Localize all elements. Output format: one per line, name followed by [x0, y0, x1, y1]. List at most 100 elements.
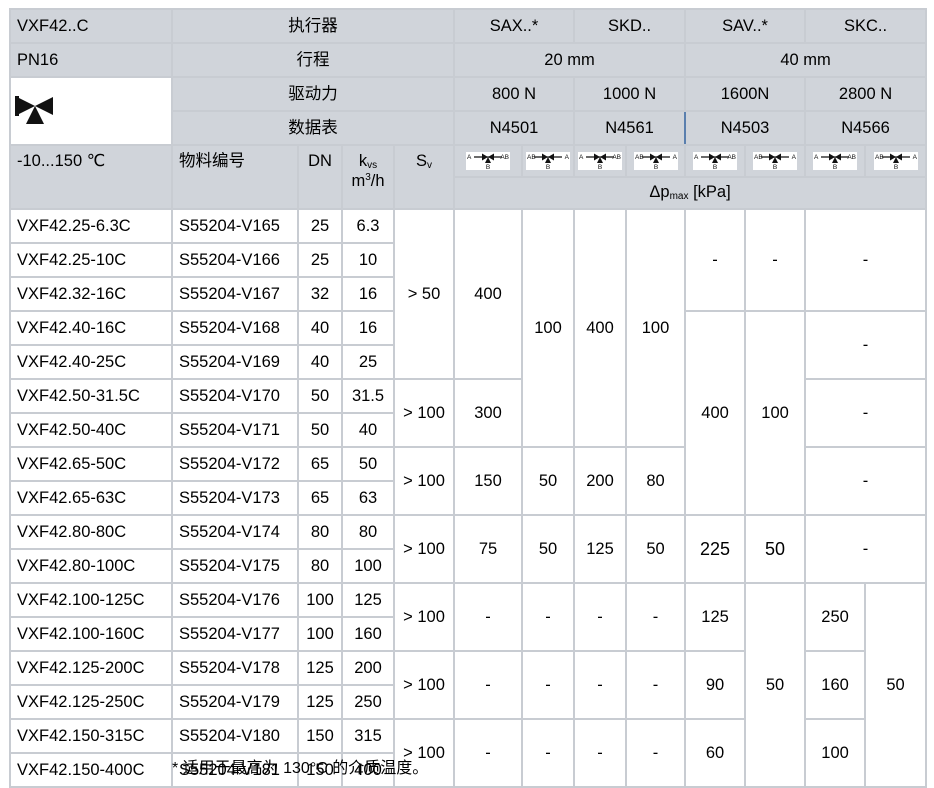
- flow-icon-port-label: B: [833, 164, 837, 171]
- dp-cell: 150: [453, 446, 523, 516]
- type-cell: VXF42.65-63C: [9, 480, 173, 516]
- dn-header: DN: [297, 144, 343, 210]
- material-cell: S55204-V169: [171, 344, 299, 380]
- kvs-cell: 125: [341, 582, 395, 618]
- dp-cell: -: [804, 208, 928, 312]
- type-cell: VXF42.125-200C: [9, 650, 173, 686]
- type-cell: VXF42.150-315C: [9, 718, 173, 754]
- kvs-unit-tail: /h: [370, 171, 385, 190]
- flow-icon-port-label: B: [773, 164, 777, 171]
- dn-cell: 40: [297, 344, 343, 380]
- flow-icon-port-label: B: [546, 164, 550, 171]
- dp-cell: -: [625, 650, 687, 720]
- flow-div-sav: AB A B: [744, 144, 807, 178]
- flow-icon-port-label: A: [814, 154, 819, 161]
- sv-cell: > 100: [393, 378, 455, 448]
- kvs-unit-m: m: [351, 171, 366, 190]
- dp-cell: 50: [520, 446, 576, 516]
- dp-cell: 250: [804, 582, 867, 652]
- dp-cell: 100: [625, 208, 687, 448]
- datasheet-skd: N4561: [573, 110, 687, 146]
- dp-subscript: max: [669, 191, 689, 203]
- kvs-cell: 200: [341, 650, 395, 686]
- mixing-flow-icon: A AB B: [578, 152, 623, 171]
- dp-cell: 80: [625, 446, 687, 516]
- stroke-20mm: 20 mm: [452, 42, 687, 78]
- mixing-flow-icon: A AB B: [813, 152, 858, 171]
- flow-mix-sav: A AB B: [684, 144, 747, 178]
- dp-cell: 400: [453, 208, 523, 380]
- dp-cell: 50: [864, 582, 928, 788]
- valve-symbol-cell: [9, 76, 173, 146]
- dp-cell: 100: [744, 310, 807, 516]
- kvs-cell: 315: [341, 718, 395, 754]
- type-cell: VXF42.50-31.5C: [9, 378, 173, 414]
- dp-unit: [kPa]: [688, 183, 731, 202]
- datasheet-page: VXF42..C 执行器 SAX..* SKD.. SAV..* SKC.. P…: [0, 0, 934, 788]
- temp-range-header: -10...150 ℃: [9, 144, 173, 210]
- material-number-header: 物料编号: [171, 144, 299, 210]
- type-cell: VXF42.100-160C: [9, 616, 173, 652]
- kvs-cell: 250: [341, 684, 395, 720]
- dp-cell: -: [744, 208, 807, 312]
- kvs-cell: 25: [341, 344, 395, 380]
- flow-mix-sax: A AB B: [453, 144, 523, 178]
- dn-cell: 100: [297, 616, 343, 652]
- dn-cell: 100: [297, 582, 343, 618]
- dp-cell: -: [520, 718, 576, 788]
- actuator-skc: SKC..: [804, 8, 928, 44]
- stroke-40mm: 40 mm: [684, 42, 928, 78]
- dp-cell: 50: [744, 582, 807, 788]
- dn-cell: 32: [297, 276, 343, 312]
- kvs-cell: 80: [341, 514, 395, 550]
- kvs-symbol: k: [358, 152, 368, 170]
- flow-icon-port-label: AB: [612, 154, 621, 161]
- dp-cell: 160: [804, 650, 867, 720]
- flow-mix-skd: A AB B: [573, 144, 628, 178]
- kvs-header: kvs m3/h: [341, 144, 395, 210]
- type-cell: VXF42.150-400C: [9, 752, 173, 788]
- flow-icon-port-label: AB: [875, 154, 884, 161]
- material-cell: S55204-V174: [171, 514, 299, 550]
- dn-cell: 80: [297, 514, 343, 550]
- flow-icon-port-label: B: [653, 164, 657, 171]
- flow-icon-port-label: AB: [754, 154, 763, 161]
- diverting-flow-icon: AB AB: [526, 152, 570, 171]
- actuator-label: 执行器: [171, 8, 455, 44]
- dp-cell: -: [804, 310, 928, 380]
- actuator-sax: SAX..*: [452, 8, 576, 44]
- kvs-cell: 50: [341, 446, 395, 482]
- dp-cell: -: [625, 582, 687, 652]
- dp-cell: 300: [453, 378, 523, 448]
- material-cell: S55204-V165: [171, 208, 299, 244]
- dn-cell: 25: [297, 208, 343, 244]
- table-row: VXF42.100-125C S55204-V176 100 125 > 100…: [9, 582, 928, 788]
- sv-cell: > 100: [393, 514, 455, 584]
- flow-icon-port-label: A: [694, 154, 699, 161]
- three-way-valve-symbol-icon: [15, 96, 53, 124]
- valve-actuator-table: VXF42..C 执行器 SAX..* SKD.. SAV..* SKC.. P…: [9, 8, 928, 788]
- clipped-text-remnant: [186, 0, 456, 4]
- dn-cell: 150: [297, 718, 343, 754]
- dp-cell: -: [573, 650, 628, 720]
- dn-cell: 65: [297, 480, 343, 516]
- dn-cell: 80: [297, 548, 343, 584]
- datasheet-skc: N4566: [804, 110, 928, 146]
- diverting-flow-icon: AB AB: [753, 152, 798, 171]
- material-cell: S55204-V178: [171, 650, 299, 686]
- material-cell: S55204-V180: [171, 718, 299, 754]
- dp-cell: 125: [573, 514, 628, 584]
- dp-cell: 50: [520, 514, 576, 584]
- flow-div-skd: AB A B: [625, 144, 687, 178]
- type-cell: VXF42.125-250C: [9, 684, 173, 720]
- material-cell: S55204-V177: [171, 616, 299, 652]
- kvs-cell: 16: [341, 310, 395, 346]
- dp-cell: -: [804, 378, 928, 448]
- material-cell: S55204-V175: [171, 548, 299, 584]
- type-cell: VXF42.100-125C: [9, 582, 173, 618]
- header-row-stroke: PN16 行程 20 mm 40 mm: [9, 42, 928, 78]
- dp-cell: 90: [684, 650, 747, 720]
- flow-icon-port-label: A: [672, 154, 677, 161]
- actuator-skd: SKD..: [573, 8, 687, 44]
- material-cell: S55204-V172: [171, 446, 299, 482]
